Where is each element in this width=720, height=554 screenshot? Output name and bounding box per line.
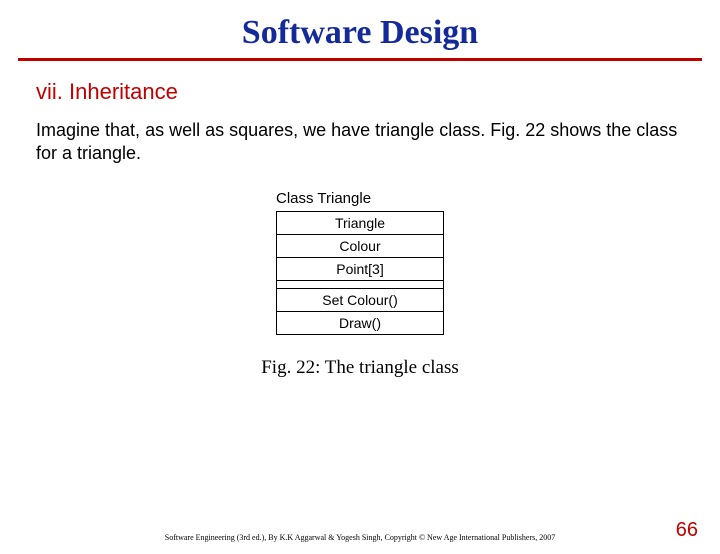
page-number: 66 bbox=[676, 519, 698, 542]
slide-title: Software Design bbox=[0, 14, 720, 52]
content-area: vii. Inheritance Imagine that, as well a… bbox=[36, 79, 684, 379]
divider bbox=[18, 58, 702, 61]
uml-box: Triangle Colour Point[3] Set Colour() Dr… bbox=[276, 211, 444, 335]
footer: Software Engineering (3rd ed.), By K.K A… bbox=[0, 533, 720, 542]
uml-attr: Point[3] bbox=[277, 257, 444, 280]
uml-attr: Colour bbox=[277, 234, 444, 257]
footer-text: Software Engineering (3rd ed.), By K.K A… bbox=[0, 533, 720, 542]
body-text: Imagine that, as well as squares, we hav… bbox=[36, 119, 684, 166]
uml-op: Set Colour() bbox=[277, 288, 444, 311]
uml-attr: Triangle bbox=[277, 211, 444, 234]
figure-caption: Fig. 22: The triangle class bbox=[36, 357, 684, 379]
uml-separator bbox=[277, 280, 444, 288]
uml-class-label: Class Triangle bbox=[276, 190, 444, 207]
sub-heading: vii. Inheritance bbox=[36, 79, 684, 105]
uml-op: Draw() bbox=[277, 311, 444, 334]
uml-diagram: Class Triangle Triangle Colour Point[3] … bbox=[36, 190, 684, 335]
